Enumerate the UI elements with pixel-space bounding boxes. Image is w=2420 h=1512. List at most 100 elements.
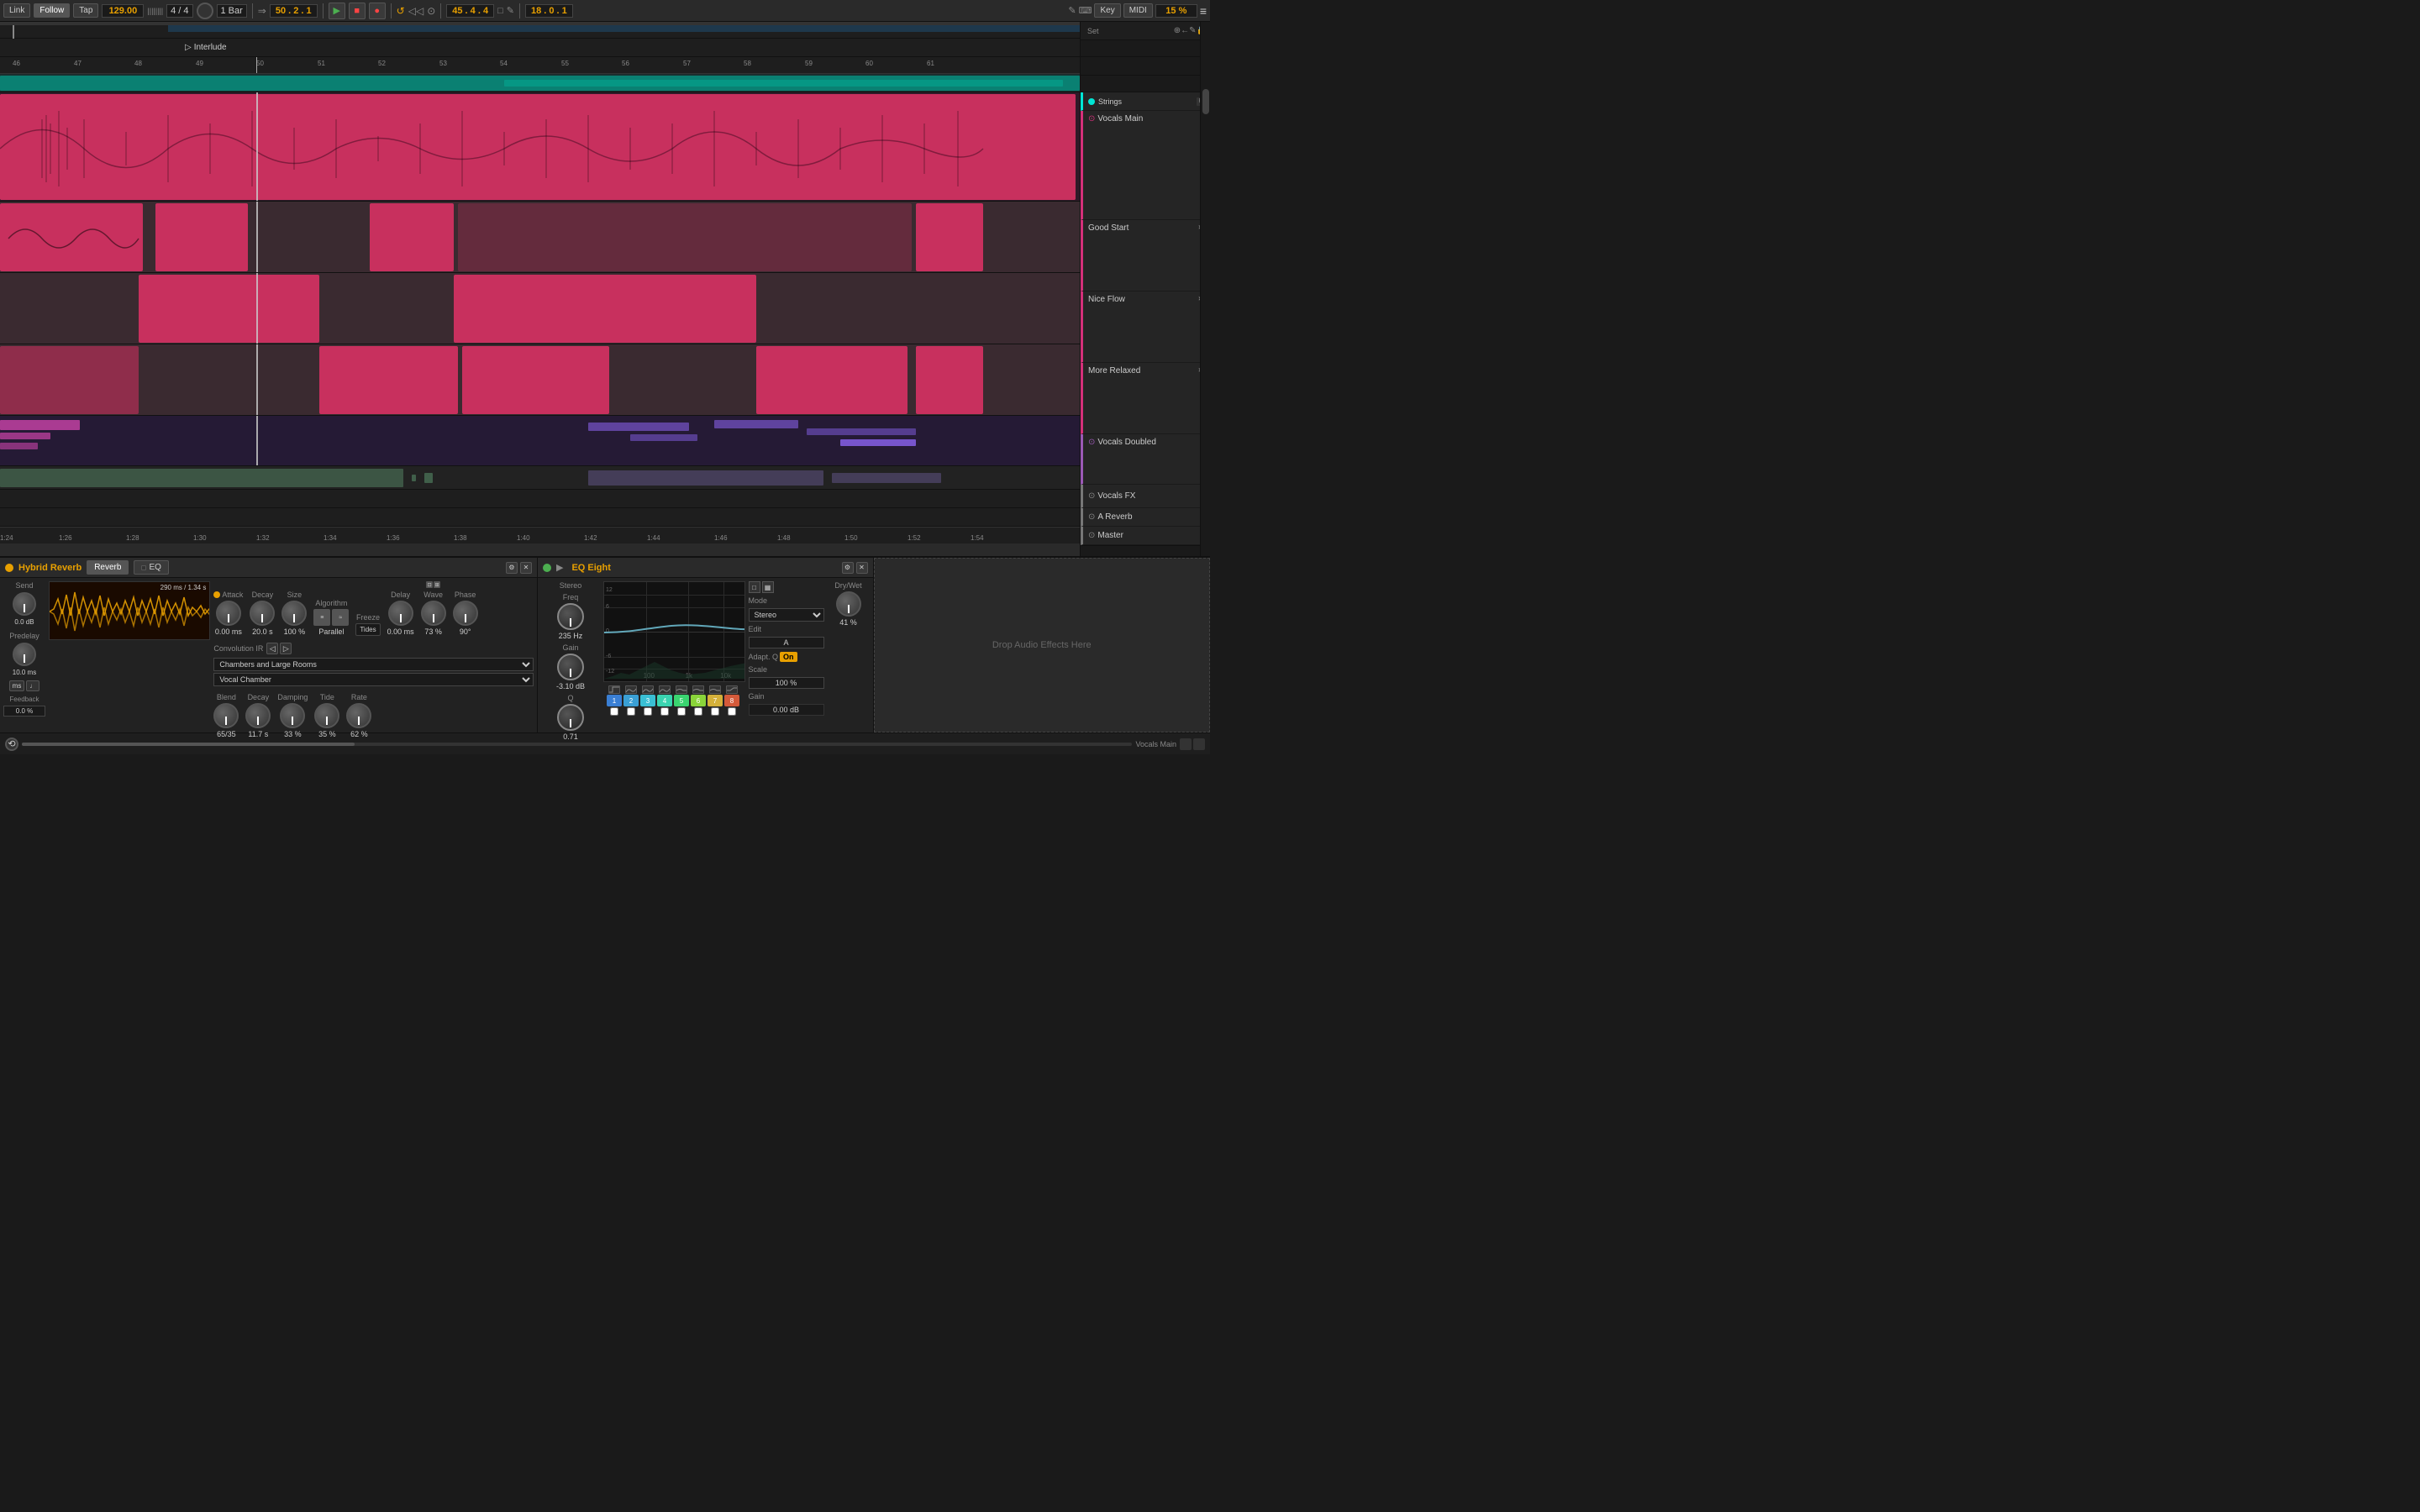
band1-checkbox[interactable] (610, 707, 618, 716)
eq-close-icon[interactable]: ✕ (856, 562, 868, 574)
band3-checkbox[interactable] (644, 707, 652, 716)
ir-prev-btn[interactable]: ◁ (266, 643, 278, 654)
play-button[interactable]: ▶ (329, 3, 345, 19)
menu-icon[interactable]: ≡ (1200, 4, 1207, 18)
size-knob[interactable] (281, 601, 307, 626)
output-gain-display[interactable]: 0.00 dB (749, 704, 824, 716)
band2-type-icon[interactable] (625, 685, 637, 694)
band4-btn[interactable]: 4 (657, 695, 672, 706)
dry-wet-knob[interactable] (836, 591, 861, 617)
reverb-settings-icon[interactable]: ⚙ (506, 562, 518, 574)
loop-icon[interactable]: ↺ (397, 5, 405, 17)
band8-btn[interactable]: 8 (724, 695, 739, 706)
bottom-btn-1[interactable] (1180, 738, 1192, 750)
tap-button[interactable]: Tap (73, 3, 98, 18)
band7-checkbox[interactable] (711, 707, 719, 716)
q-knob[interactable] (557, 704, 584, 731)
reverb-close-icon[interactable]: ✕ (520, 562, 532, 574)
band6-type-icon[interactable] (692, 685, 704, 694)
punch-icon[interactable]: ⊙ (427, 5, 435, 17)
edit-value[interactable]: A (749, 637, 824, 648)
mode-select[interactable]: Stereo (749, 608, 824, 622)
follow-button[interactable]: Follow (34, 3, 70, 18)
time-sig[interactable]: 4 / 4 (166, 4, 192, 18)
back-icon[interactable]: ← (1181, 26, 1189, 35)
band6-checkbox[interactable] (694, 707, 702, 716)
stop-button[interactable]: ■ (349, 3, 366, 19)
midi-button[interactable]: MIDI (1123, 3, 1153, 18)
attack-knob[interactable] (216, 601, 241, 626)
algo-icon-2[interactable]: ≈ (332, 609, 349, 626)
band7-type-icon[interactable] (709, 685, 721, 694)
band2-btn[interactable]: 2 (623, 695, 639, 706)
track-item-vocals-doubled[interactable]: ⊙ Vocals Doubled (1081, 434, 1210, 485)
band5-type-icon[interactable] (676, 685, 687, 694)
band1-btn[interactable]: 1 (607, 695, 622, 706)
quantize-display[interactable]: 1 Bar (217, 4, 247, 18)
right-scrollbar[interactable] (1200, 22, 1210, 556)
record-button[interactable]: ● (369, 3, 386, 19)
metronome-icon[interactable] (197, 3, 213, 19)
band8-checkbox[interactable] (728, 707, 736, 716)
playback-progress[interactable] (22, 743, 1132, 746)
eq-display[interactable]: 100 1k 10k 12 6 0 -6 -12 (603, 581, 745, 682)
set-options-icon[interactable]: ⊕ (1174, 26, 1181, 35)
band5-checkbox[interactable] (677, 707, 686, 716)
decay-knob[interactable] (250, 601, 275, 626)
eq-icon-2[interactable]: ▦ (762, 581, 774, 593)
bottom-btn-2[interactable] (1193, 738, 1205, 750)
reverb-tab-reverb[interactable]: Reverb (87, 560, 129, 575)
rewind-icon[interactable]: ◁◁ (408, 5, 424, 17)
adapt-q-on-btn[interactable]: On (780, 652, 797, 662)
band8-type-icon[interactable] (726, 685, 738, 694)
band5-btn[interactable]: 5 (674, 695, 689, 706)
track-item-vocals-main[interactable]: ⊙ Vocals Main (1081, 111, 1210, 220)
loop-icon-bottom[interactable]: ⟲ (5, 738, 18, 751)
wave-icon-2[interactable]: ⊞ (434, 581, 440, 588)
feedback-display[interactable]: 0.0 % (3, 706, 45, 717)
freeze-dropdown[interactable]: Tides (355, 623, 380, 636)
damping-knob[interactable] (280, 703, 305, 728)
band3-btn[interactable]: 3 (640, 695, 655, 706)
rate-knob[interactable] (346, 703, 371, 728)
band7-btn[interactable]: 7 (708, 695, 723, 706)
predelay-knob[interactable] (13, 643, 36, 666)
reverb-tab-eq[interactable]: EQ (134, 560, 168, 575)
zoom-display[interactable]: 15 % (1155, 4, 1197, 18)
delay-knob[interactable] (388, 601, 413, 626)
eq-icon-1[interactable]: □ (749, 581, 760, 593)
band1-type-icon[interactable] (608, 685, 620, 694)
scrollbar-thumb[interactable] (1202, 89, 1209, 114)
algo-icon[interactable]: ≡ (313, 609, 330, 626)
ir-name-select[interactable]: Vocal Chamber (213, 673, 534, 686)
eq-settings-icon[interactable]: ⚙ (842, 562, 854, 574)
freq-knob[interactable] (557, 603, 584, 630)
band4-checkbox[interactable] (660, 707, 669, 716)
link-button[interactable]: Link (3, 3, 30, 18)
band6-btn[interactable]: 6 (691, 695, 706, 706)
track-item-master[interactable]: ⊙ Master (1081, 527, 1210, 545)
decay2-knob[interactable] (245, 703, 271, 728)
tide-knob[interactable] (314, 703, 339, 728)
track-item-vocals-fx[interactable]: ⊙ Vocals FX (1081, 485, 1210, 508)
wave-knob[interactable] (421, 601, 446, 626)
track-item-good-start[interactable]: Good Start ❄ (1081, 220, 1210, 291)
edit-icon[interactable]: ✎ (1189, 26, 1196, 35)
track-item-strings[interactable]: Strings H (1081, 92, 1210, 111)
ir-next-btn[interactable]: ▷ (280, 643, 292, 654)
ms-button[interactable]: ms (9, 680, 25, 691)
band3-type-icon[interactable] (642, 685, 654, 694)
band2-checkbox[interactable] (627, 707, 635, 716)
phase-knob[interactable] (453, 601, 478, 626)
blend-knob[interactable] (213, 703, 239, 728)
sync-button[interactable]: ♩ (26, 680, 39, 691)
key-button[interactable]: Key (1094, 3, 1120, 18)
bpm-display[interactable]: 129.00 (102, 4, 144, 18)
wave-icon-1[interactable]: ⊡ (426, 581, 433, 588)
gain-knob[interactable] (557, 654, 584, 680)
track-item-nice-flow[interactable]: Nice Flow ❄ (1081, 291, 1210, 363)
track-item-more-relaxed[interactable]: More Relaxed ❄ (1081, 363, 1210, 434)
band4-type-icon[interactable] (659, 685, 671, 694)
scale-value[interactable]: 100 % (749, 677, 824, 689)
ir-type-select[interactable]: Chambers and Large Rooms (213, 658, 534, 671)
